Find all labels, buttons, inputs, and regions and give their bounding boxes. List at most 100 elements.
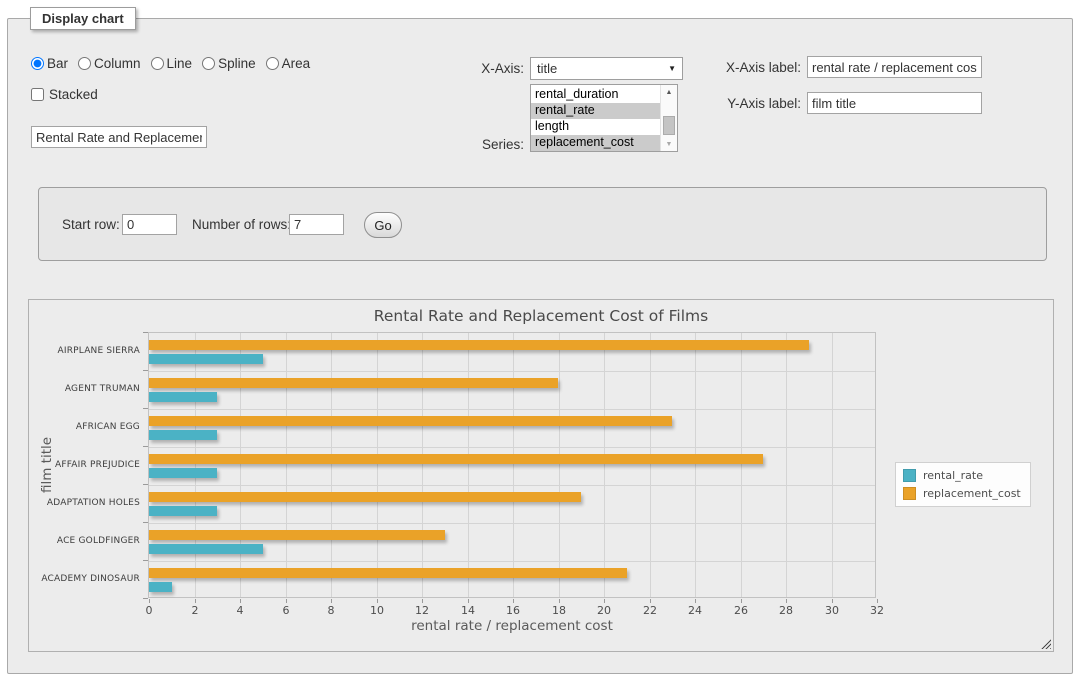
y-tick-label: AFRICAN EGG [29, 408, 140, 446]
y-tick-mark [143, 446, 148, 447]
x-tick-label: 2 [180, 604, 210, 617]
bar-rental_rate [149, 392, 217, 402]
bar-rental_rate [149, 430, 217, 440]
scrollbar[interactable]: ▲ ▼ [660, 85, 677, 151]
bar-replacement_cost [149, 454, 763, 464]
row-range-panel: Start row: Number of rows: Go [38, 187, 1047, 261]
bar-replacement_cost [149, 340, 809, 350]
start-row-input[interactable] [122, 214, 177, 235]
stacked-checkbox[interactable] [31, 88, 44, 101]
x-tick-mark [650, 599, 651, 603]
y-axis-label-field-label: Y-Axis label: [691, 96, 801, 111]
gridline-horizontal [149, 447, 875, 448]
gridline-vertical [377, 333, 378, 597]
series-option-rental_rate[interactable]: rental_rate [531, 103, 660, 119]
stacked-label: Stacked [49, 87, 98, 102]
radio-line[interactable] [151, 57, 164, 70]
y-axis-label-input[interactable] [807, 92, 982, 114]
x-axis-label-input[interactable] [807, 56, 982, 78]
x-tick-label: 10 [362, 604, 392, 617]
chart-panel: Rental Rate and Replacement Cost of Film… [28, 299, 1054, 652]
x-tick-label: 14 [453, 604, 483, 617]
x-tick-label: 16 [498, 604, 528, 617]
stacked-option[interactable]: Stacked [31, 87, 98, 102]
series-label-text: Series: [438, 137, 524, 152]
legend-item-replacement_cost: replacement_cost [903, 487, 1021, 500]
x-tick-label: 24 [680, 604, 710, 617]
x-tick-label: 8 [316, 604, 346, 617]
x-tick-mark [832, 599, 833, 603]
radio-area[interactable] [266, 57, 279, 70]
gridline-vertical [195, 333, 196, 597]
bar-rental_rate [149, 582, 172, 592]
x-tick-label: 0 [134, 604, 164, 617]
radio-label-bar: Bar [47, 56, 68, 71]
chart-type-options: Bar Column Line Spline Area [31, 56, 316, 71]
gridline-vertical [559, 333, 560, 597]
legend-item-rental_rate: rental_rate [903, 469, 1021, 482]
series-option-replacement_cost[interactable]: replacement_cost [531, 135, 660, 151]
x-axis-select[interactable]: title ▼ [530, 57, 683, 80]
fieldset-legend: Display chart [30, 7, 136, 30]
x-tick-mark [468, 599, 469, 603]
y-tick-label: AGENT TRUMAN [29, 370, 140, 408]
series-listbox[interactable]: rental_durationrental_ratelengthreplacem… [530, 84, 678, 152]
x-tick-mark [331, 599, 332, 603]
y-tick-mark [143, 522, 148, 523]
resize-grip-icon[interactable] [1039, 637, 1051, 649]
x-tick-label: 32 [862, 604, 892, 617]
series-option-length[interactable]: length [531, 119, 660, 135]
chart-x-axis-title: rental rate / replacement cost [148, 618, 876, 634]
chart-type-option-line[interactable]: Line [151, 56, 193, 71]
radio-column[interactable] [78, 57, 91, 70]
gridline-horizontal [149, 523, 875, 524]
x-tick-label: 28 [771, 604, 801, 617]
gridline-vertical [513, 333, 514, 597]
y-tick-mark [143, 332, 148, 333]
scroll-up-icon[interactable]: ▲ [661, 85, 677, 99]
scroll-down-icon[interactable]: ▼ [661, 137, 677, 151]
radio-label-column: Column [94, 56, 141, 71]
legend-swatch [903, 469, 916, 482]
chart-title-input[interactable] [31, 126, 207, 148]
y-tick-mark [143, 408, 148, 409]
x-axis-selected-value: title [537, 61, 557, 76]
x-tick-mark [877, 599, 878, 603]
x-tick-mark [559, 599, 560, 603]
legend-label: replacement_cost [916, 487, 1021, 500]
x-tick-mark [377, 599, 378, 603]
chart-type-option-column[interactable]: Column [78, 56, 141, 71]
x-tick-mark [604, 599, 605, 603]
x-tick-mark [286, 599, 287, 603]
scrollbar-thumb[interactable] [663, 116, 675, 135]
legend-label: rental_rate [916, 469, 983, 482]
y-tick-mark [143, 484, 148, 485]
y-tick-mark [143, 598, 148, 599]
chart-type-option-area[interactable]: Area [266, 56, 311, 71]
go-button[interactable]: Go [364, 212, 402, 238]
start-row-label: Start row: [62, 217, 120, 232]
plot-area [148, 332, 876, 598]
x-tick-mark [240, 599, 241, 603]
chart-type-option-spline[interactable]: Spline [202, 56, 256, 71]
radio-label-line: Line [167, 56, 193, 71]
y-tick-label: ACE GOLDFINGER [29, 522, 140, 560]
y-tick-label: ACADEMY DINOSAUR [29, 560, 140, 598]
bar-rental_rate [149, 468, 217, 478]
x-axis-label-field-label: X-Axis label: [691, 60, 801, 75]
x-tick-label: 30 [817, 604, 847, 617]
gridline-vertical [240, 333, 241, 597]
series-option-rental_duration[interactable]: rental_duration [531, 87, 660, 103]
x-tick-label: 26 [726, 604, 756, 617]
num-rows-input[interactable] [289, 214, 344, 235]
gridline-vertical [695, 333, 696, 597]
x-tick-mark [149, 599, 150, 603]
radio-spline[interactable] [202, 57, 215, 70]
x-tick-mark [195, 599, 196, 603]
chart-type-option-bar[interactable]: Bar [31, 56, 68, 71]
bar-replacement_cost [149, 492, 581, 502]
radio-bar[interactable] [31, 57, 44, 70]
bar-rental_rate [149, 354, 263, 364]
gridline-vertical [786, 333, 787, 597]
num-rows-label: Number of rows: [192, 217, 291, 232]
